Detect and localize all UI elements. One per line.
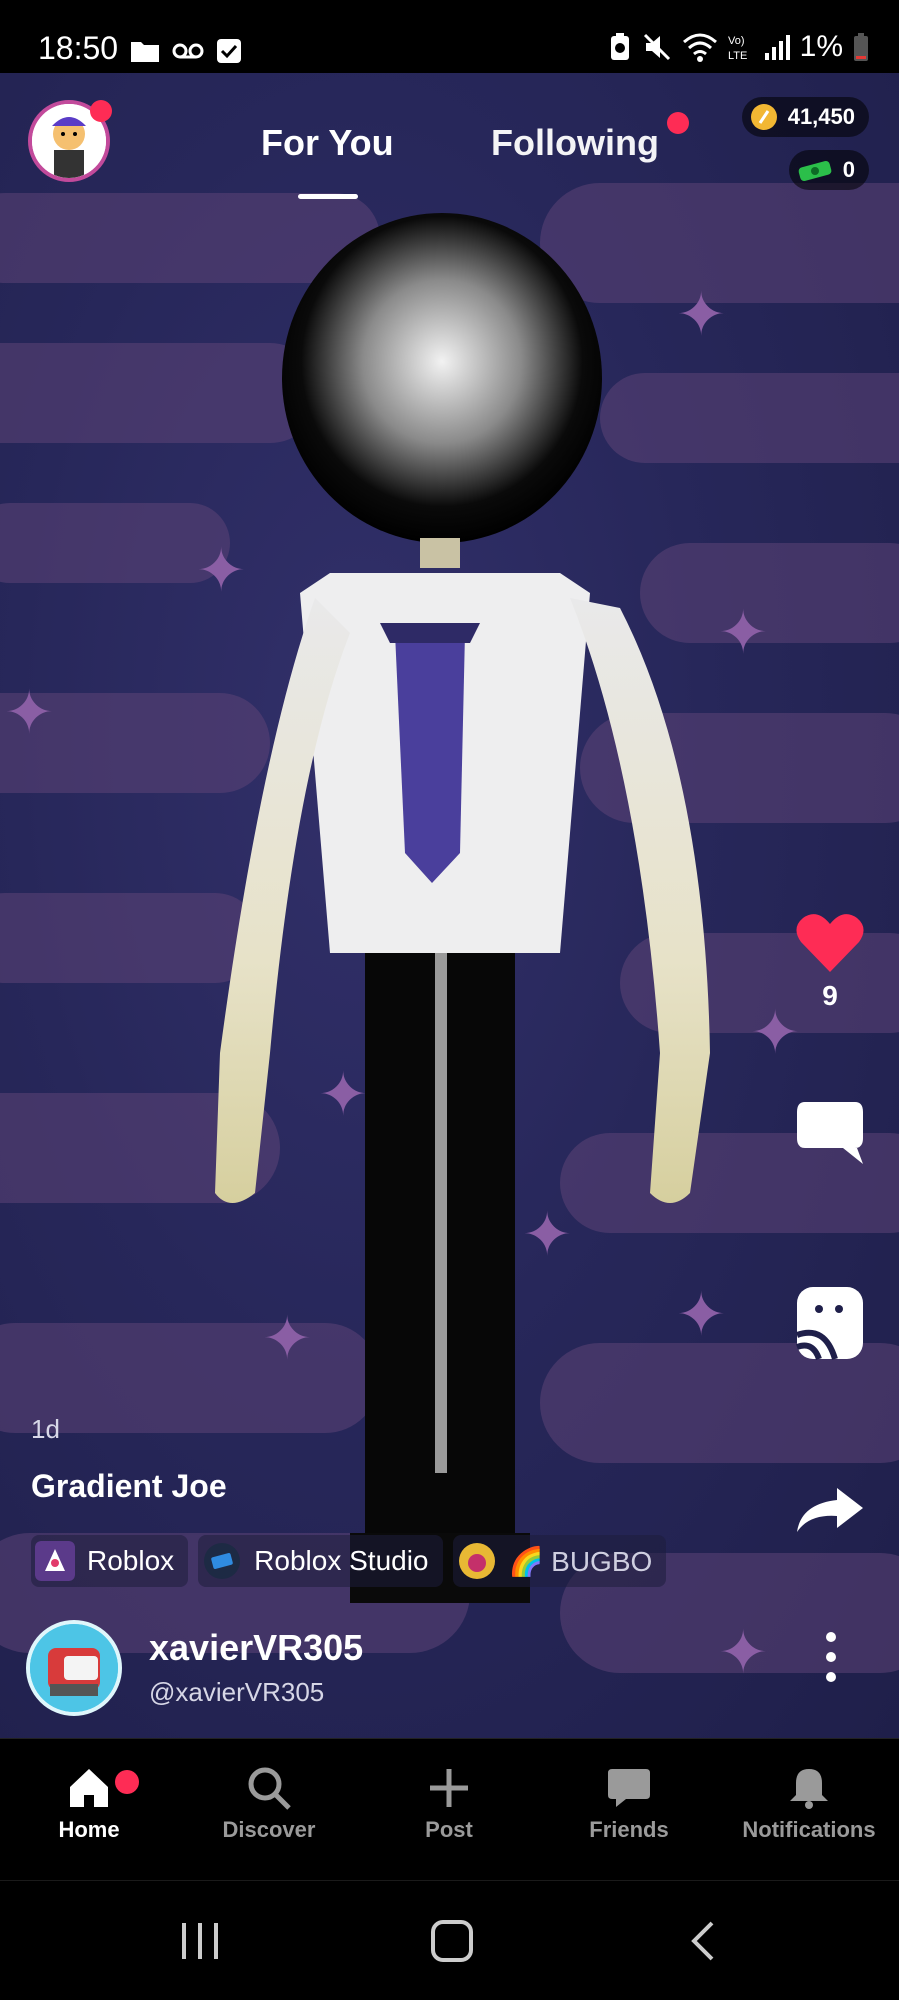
battery-saver-icon <box>610 33 629 60</box>
home-icon <box>70 1769 108 1807</box>
following-notification-dot <box>667 112 689 134</box>
post-title: Gradient Joe <box>31 1468 227 1504</box>
nav-label: Post <box>425 1817 473 1842</box>
tag-label: Roblox <box>87 1545 175 1576</box>
tag-chip-roblox[interactable]: Roblox <box>31 1535 189 1587</box>
bell-icon <box>790 1769 828 1809</box>
home-system-icon[interactable] <box>430 1919 474 1963</box>
share-button[interactable] <box>795 1486 865 1534</box>
battery-low-icon <box>854 33 868 61</box>
nav-discover[interactable]: Discover <box>199 1765 339 1843</box>
tag-chips: Roblox Roblox Studio 🌈 BUGBO <box>31 1535 721 1587</box>
tag-label: 🌈 BUGBO <box>508 1545 653 1577</box>
share-icon <box>797 1488 863 1532</box>
search-icon <box>248 1767 291 1810</box>
mute-icon <box>643 33 670 61</box>
comment-button[interactable] <box>795 1098 865 1168</box>
active-tab-indicator <box>298 194 358 199</box>
check-icon <box>217 39 241 63</box>
nav-post[interactable]: Post <box>379 1765 519 1843</box>
bottom-navigation: Home Discover Post Friends Notifications <box>0 1738 899 1879</box>
tag-label: Roblox Studio <box>254 1545 429 1576</box>
wifi-icon <box>682 33 717 62</box>
nav-label: Friends <box>589 1817 669 1842</box>
more-options-button[interactable] <box>816 1632 846 1682</box>
nav-friends[interactable]: Friends <box>559 1765 699 1843</box>
status-left-icons <box>130 38 242 64</box>
bugbo-tag-icon <box>458 1543 495 1579</box>
voicemail-icon <box>172 43 204 59</box>
recent-apps-icon[interactable] <box>178 1921 222 1961</box>
chat-icon <box>608 1769 650 1807</box>
creator-handle[interactable]: @xavierVR305 <box>149 1677 324 1708</box>
coin-icon <box>750 104 777 130</box>
plus-icon <box>430 1769 468 1807</box>
roblox-tag-icon <box>35 1541 75 1581</box>
home-notification-dot <box>115 1770 139 1794</box>
remix-icon <box>795 1287 863 1361</box>
back-icon[interactable] <box>688 1919 718 1963</box>
svg-text:Vo): Vo) <box>728 35 745 47</box>
status-right-icons: Vo) LTE 1% <box>608 30 869 64</box>
tag-chip-bugbo[interactable]: 🌈 BUGBO <box>452 1535 667 1587</box>
remix-button[interactable] <box>795 1285 865 1361</box>
cash-count: 0 <box>842 157 855 182</box>
nav-label: Discover <box>222 1817 316 1842</box>
coin-count: 41,450 <box>787 104 855 129</box>
tab-following[interactable]: Following <box>491 122 659 164</box>
roblox-studio-icon <box>204 1543 241 1579</box>
like-button[interactable]: 9 <box>795 912 865 1012</box>
background-star: ✦ <box>718 1619 769 1686</box>
profile-notification-dot <box>90 100 112 122</box>
nav-label: Notifications <box>742 1817 876 1842</box>
cash-icon <box>798 160 832 182</box>
nav-label: Home <box>58 1817 120 1842</box>
coin-balance[interactable]: 41,450 <box>741 97 869 137</box>
volte-icon: Vo) LTE <box>728 35 747 62</box>
creator-display-name[interactable]: xavierVR305 <box>149 1627 363 1669</box>
status-bar: 18:50 Vo) LTE 1% <box>0 0 899 73</box>
battery-percent: 1% <box>799 30 843 63</box>
video-character <box>215 213 710 1603</box>
tag-chip-roblox-studio[interactable]: Roblox Studio <box>198 1535 443 1587</box>
creator-avatar-image <box>30 1624 118 1712</box>
folder-icon <box>131 42 159 62</box>
cash-balance[interactable]: 0 <box>788 150 869 190</box>
heart-icon <box>796 914 864 972</box>
signal-icon <box>764 35 790 60</box>
nav-notifications[interactable]: Notifications <box>739 1765 879 1843</box>
status-time: 18:50 <box>38 30 119 66</box>
creator-avatar[interactable] <box>26 1620 122 1716</box>
system-navigation-bar <box>0 1880 899 2000</box>
svg-text:LTE: LTE <box>728 50 747 62</box>
post-age: 1d <box>31 1414 60 1444</box>
tab-for-you[interactable]: For You <box>261 122 394 164</box>
comment-icon <box>797 1102 863 1164</box>
like-count: 9 <box>822 980 838 1011</box>
background-star: ✦ <box>4 679 55 746</box>
